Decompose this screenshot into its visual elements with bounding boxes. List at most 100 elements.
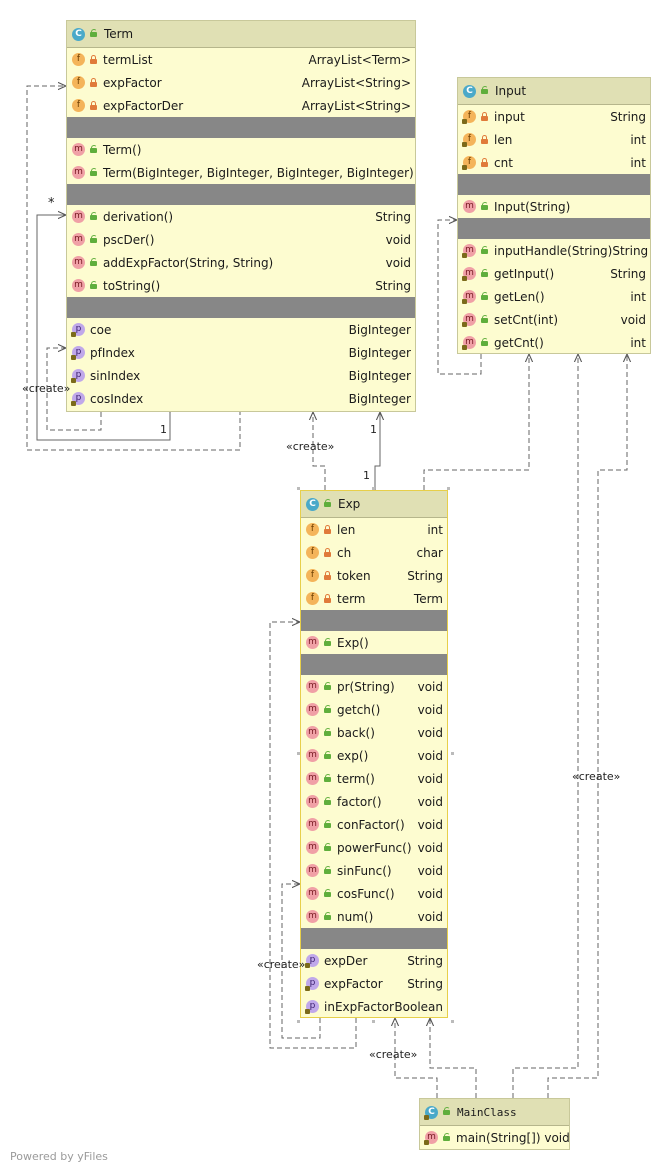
- private-icon: [480, 157, 489, 168]
- property-row[interactable]: p inExpFactor Boolean: [301, 995, 447, 1018]
- method-row[interactable]: m setCnt(int) void: [458, 308, 650, 331]
- public-icon: [323, 637, 332, 648]
- method-row[interactable]: m pr(String) void: [301, 675, 447, 698]
- field-row[interactable]: f input String: [458, 105, 650, 128]
- method-row[interactable]: m toString() String: [67, 274, 415, 297]
- method-icon: m: [72, 210, 85, 223]
- method-type: void: [620, 312, 646, 327]
- field-row[interactable]: f len int: [458, 128, 650, 151]
- property-row[interactable]: p expDer String: [301, 949, 447, 972]
- method-type: void: [417, 702, 443, 717]
- method-icon: m: [306, 864, 319, 877]
- section-separator: [458, 174, 650, 195]
- method-icon: m: [306, 726, 319, 739]
- public-icon: [89, 29, 98, 39]
- selection-handle[interactable]: [372, 1020, 375, 1023]
- field-row[interactable]: f expFactorDer ArrayList<String>: [67, 94, 415, 117]
- constructor-row[interactable]: m Term(): [67, 138, 415, 161]
- method-icon: m: [463, 200, 476, 213]
- method-row[interactable]: m term() void: [301, 767, 447, 790]
- field-row[interactable]: f expFactor ArrayList<String>: [67, 71, 415, 94]
- method-row[interactable]: m derivation() String: [67, 205, 415, 228]
- method-row[interactable]: m main(String[]) void: [420, 1126, 570, 1149]
- field-row[interactable]: f cnt int: [458, 151, 650, 174]
- class-term[interactable]: C Term f termList ArrayList<Term> f expFact…: [66, 20, 416, 412]
- method-name: toString(): [103, 278, 161, 293]
- selection-handle[interactable]: [451, 752, 454, 755]
- method-row[interactable]: m cosFunc() void: [301, 882, 447, 905]
- class-header[interactable]: C MainClass: [420, 1099, 569, 1126]
- property-icon: p: [305, 1000, 319, 1014]
- field-name: len: [337, 522, 356, 537]
- constructor-row[interactable]: m Exp(): [301, 631, 447, 654]
- method-type: String: [375, 209, 411, 224]
- method-icon: m: [306, 749, 319, 762]
- method-icon: m: [72, 233, 85, 246]
- class-header[interactable]: C Exp: [301, 491, 447, 518]
- selection-handle[interactable]: [451, 1020, 454, 1023]
- constructor-name: Exp(): [337, 635, 369, 650]
- class-header[interactable]: C Input: [458, 78, 650, 105]
- property-row[interactable]: p expFactor String: [301, 972, 447, 995]
- method-row[interactable]: m exp() void: [301, 744, 447, 767]
- method-row[interactable]: m sinFunc() void: [301, 859, 447, 882]
- method-row[interactable]: m powerFunc() void: [301, 836, 447, 859]
- property-name: pfIndex: [90, 345, 135, 360]
- method-row[interactable]: m getLen() int: [458, 285, 650, 308]
- private-icon: [89, 54, 98, 65]
- property-name: coe: [90, 322, 112, 337]
- public-icon: [323, 704, 332, 715]
- public-icon: [89, 234, 98, 245]
- class-icon: C: [306, 497, 319, 511]
- field-icon: f: [462, 110, 476, 124]
- property-row[interactable]: p cosIndex BigInteger: [67, 387, 415, 410]
- field-row[interactable]: f termList ArrayList<Term>: [67, 48, 415, 71]
- class-input[interactable]: C Input f input String f len int f cnt int m In…: [457, 77, 651, 354]
- field-row[interactable]: f term Term: [301, 587, 447, 610]
- selection-handle[interactable]: [297, 1020, 300, 1023]
- property-row[interactable]: p pfIndex BigInteger: [67, 341, 415, 364]
- public-icon: [480, 245, 489, 256]
- field-row[interactable]: f len int: [301, 518, 447, 541]
- public-icon: [323, 773, 332, 784]
- class-exp[interactable]: C Exp f len int f ch char f token String f term…: [300, 490, 448, 1018]
- field-name: term: [337, 591, 366, 606]
- class-mainclass[interactable]: C MainClass m main(String[]) void: [419, 1098, 570, 1150]
- method-row[interactable]: m factor() void: [301, 790, 447, 813]
- selection-handle[interactable]: [447, 487, 450, 490]
- property-row[interactable]: p sinIndex BigInteger: [67, 364, 415, 387]
- method-row[interactable]: m pscDer() void: [67, 228, 415, 251]
- selection-handle[interactable]: [372, 487, 375, 490]
- method-row[interactable]: m num() void: [301, 905, 447, 928]
- constructor-row[interactable]: m Input(String): [458, 195, 650, 218]
- field-icon: f: [72, 76, 85, 89]
- constructor-row[interactable]: m Term(BigInteger, BigInteger, BigInteger…: [67, 161, 415, 184]
- field-row[interactable]: f token String: [301, 564, 447, 587]
- method-row[interactable]: m inputHandle(String) String: [458, 239, 650, 262]
- selection-handle[interactable]: [297, 487, 300, 490]
- public-icon: [323, 499, 332, 509]
- class-header[interactable]: C Term: [67, 21, 415, 48]
- public-icon: [89, 257, 98, 268]
- method-row[interactable]: m getch() void: [301, 698, 447, 721]
- method-name: exp(): [337, 748, 369, 763]
- method-row[interactable]: m getInput() String: [458, 262, 650, 285]
- method-row[interactable]: m conFactor() void: [301, 813, 447, 836]
- field-name: expFactor: [103, 75, 162, 90]
- method-icon: m: [462, 267, 476, 281]
- method-icon: m: [306, 910, 319, 923]
- method-name: getInput(): [494, 266, 555, 281]
- edge-main-create-input: [512, 354, 578, 1098]
- field-icon: f: [306, 569, 319, 582]
- field-icon: f: [306, 523, 319, 536]
- field-row[interactable]: f ch char: [301, 541, 447, 564]
- method-icon: m: [306, 680, 319, 693]
- method-row[interactable]: m addExpFactor(String, String) void: [67, 251, 415, 274]
- method-row[interactable]: m back() void: [301, 721, 447, 744]
- private-icon: [323, 570, 332, 581]
- selection-handle[interactable]: [297, 752, 300, 755]
- public-icon: [89, 280, 98, 291]
- method-row[interactable]: m getCnt() int: [458, 331, 650, 354]
- property-row[interactable]: p coe BigInteger: [67, 318, 415, 341]
- method-icon: m: [306, 703, 319, 716]
